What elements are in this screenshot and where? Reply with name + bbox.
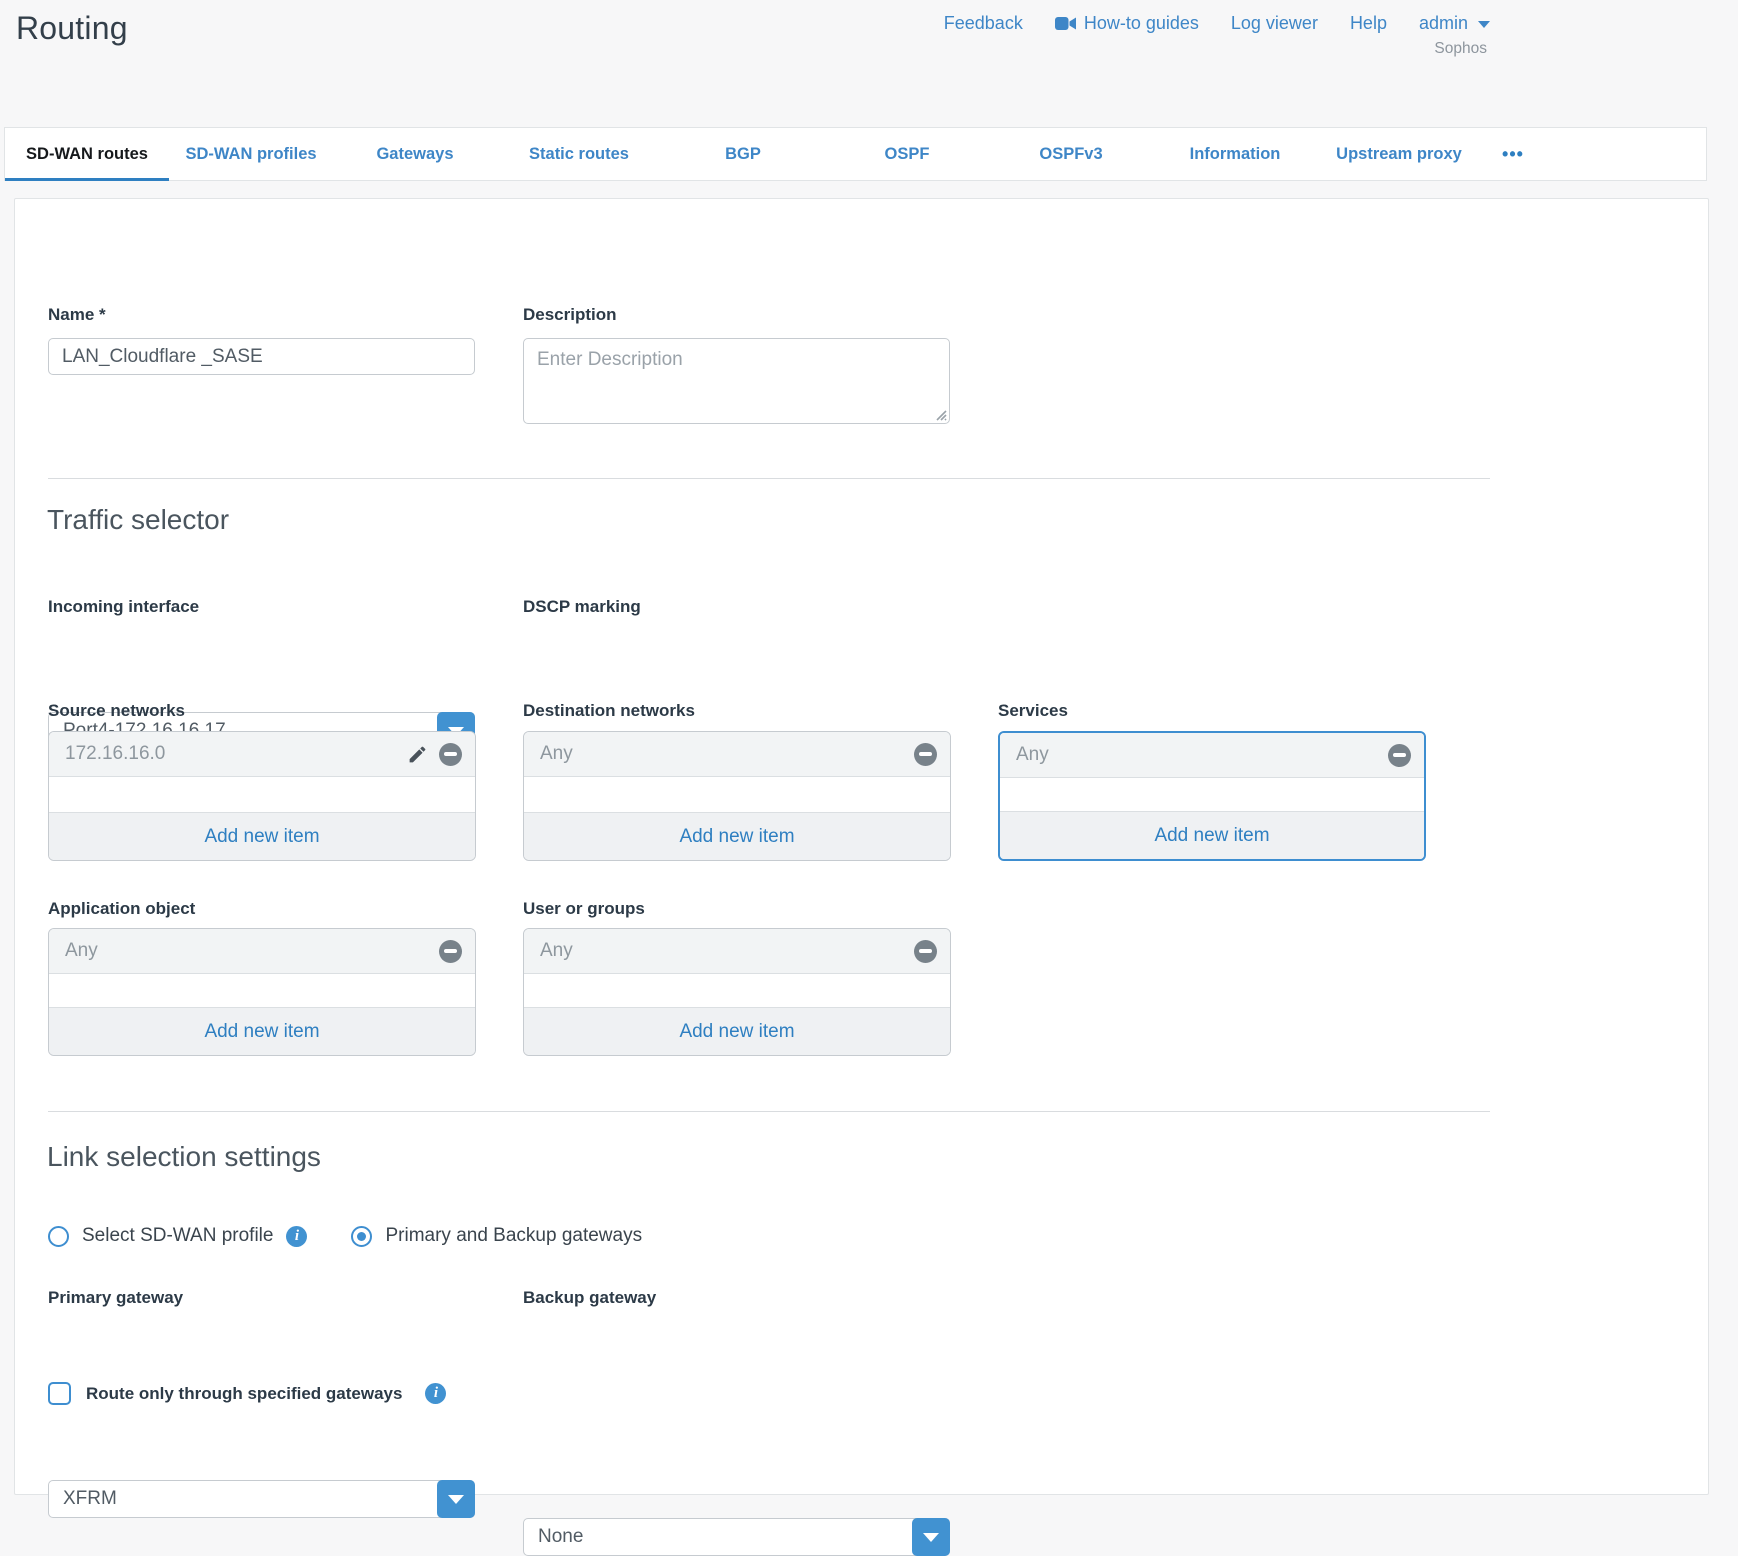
log-viewer-link[interactable]: Log viewer xyxy=(1231,13,1318,34)
list-item-value: 172.16.16.0 xyxy=(65,743,165,765)
description-textarea[interactable] xyxy=(523,338,950,424)
list-item-value: Any xyxy=(65,940,98,962)
page-title: Routing xyxy=(16,10,128,47)
backup-gateway-label: Backup gateway xyxy=(523,1288,656,1308)
tab-ospfv3[interactable]: OSPFv3 xyxy=(989,128,1153,180)
route-only-row: Route only through specified gateways i xyxy=(48,1382,446,1405)
tab-sd-wan-routes[interactable]: SD-WAN routes xyxy=(5,128,169,180)
tab-gateways[interactable]: Gateways xyxy=(333,128,497,180)
application-object-label: Application object xyxy=(48,899,195,919)
list-item-value: Any xyxy=(540,743,573,765)
tab-upstream-proxy[interactable]: Upstream proxy xyxy=(1317,128,1481,180)
primary-gateway-value: XFRM xyxy=(63,1488,117,1510)
add-new-item-button[interactable]: Add new item xyxy=(1000,811,1424,859)
list-item-value: Any xyxy=(1016,744,1049,766)
backup-gateway-select[interactable]: None xyxy=(523,1518,950,1556)
list-item: Any xyxy=(524,732,950,777)
route-only-checkbox[interactable] xyxy=(48,1382,71,1405)
traffic-selector-heading: Traffic selector xyxy=(47,504,229,536)
tab-information[interactable]: Information xyxy=(1153,128,1317,180)
section-divider xyxy=(48,478,1490,479)
remove-icon[interactable] xyxy=(914,940,937,963)
radio-label: Select SD-WAN profile xyxy=(82,1225,273,1247)
link-selection-radio-group: Select SD-WAN profile i Primary and Back… xyxy=(48,1225,642,1247)
route-only-label: Route only through specified gateways xyxy=(86,1384,402,1404)
remove-icon[interactable] xyxy=(914,743,937,766)
howto-guides-link[interactable]: How-to guides xyxy=(1055,13,1199,34)
radio-select-sd-wan-profile[interactable]: Select SD-WAN profile i xyxy=(48,1225,307,1247)
source-networks-label: Source networks xyxy=(48,701,185,721)
name-label: Name * xyxy=(48,305,106,325)
list-body xyxy=(1000,778,1424,811)
destination-networks-box: Any Add new item xyxy=(523,731,951,861)
dscp-marking-label: DSCP marking xyxy=(523,597,641,617)
tab-bar: SD-WAN routes SD-WAN profiles Gateways S… xyxy=(4,127,1707,181)
more-tabs-button[interactable]: ••• xyxy=(1481,128,1545,180)
remove-icon[interactable] xyxy=(1388,744,1411,767)
primary-gateway-label: Primary gateway xyxy=(48,1288,183,1308)
tab-ospf[interactable]: OSPF xyxy=(825,128,989,180)
add-new-item-button[interactable]: Add new item xyxy=(49,1007,475,1055)
list-body xyxy=(49,777,475,812)
list-item: Any xyxy=(524,929,950,974)
remove-icon[interactable] xyxy=(439,743,462,766)
info-icon[interactable]: i xyxy=(286,1226,307,1247)
link-selection-heading: Link selection settings xyxy=(47,1141,321,1173)
primary-gateway-select[interactable]: XFRM xyxy=(48,1480,475,1518)
help-label: Help xyxy=(1350,13,1387,34)
add-new-item-button[interactable]: Add new item xyxy=(524,1007,950,1055)
admin-menu-button[interactable]: admin xyxy=(1419,13,1490,34)
name-input[interactable] xyxy=(48,338,475,375)
source-networks-box: 172.16.16.0 Add new item xyxy=(48,731,476,861)
edit-icon[interactable] xyxy=(407,744,428,765)
remove-icon[interactable] xyxy=(439,940,462,963)
tab-bgp[interactable]: BGP xyxy=(661,128,825,180)
ellipsis-icon: ••• xyxy=(1502,144,1524,165)
add-new-item-button[interactable]: Add new item xyxy=(49,812,475,860)
video-camera-icon xyxy=(1055,16,1076,31)
list-item-value: Any xyxy=(540,940,573,962)
feedback-link[interactable]: Feedback xyxy=(944,13,1023,34)
list-body xyxy=(524,974,950,1007)
list-item: 172.16.16.0 xyxy=(49,732,475,777)
brand-label: Sophos xyxy=(1434,40,1487,58)
help-link[interactable]: Help xyxy=(1350,13,1387,34)
admin-label: admin xyxy=(1419,13,1468,34)
howto-guides-label: How-to guides xyxy=(1084,13,1199,34)
add-new-item-button[interactable]: Add new item xyxy=(524,812,950,860)
header-nav: Feedback How-to guides Log viewer Help a… xyxy=(944,13,1490,34)
info-icon[interactable]: i xyxy=(425,1383,446,1404)
chevron-down-icon[interactable] xyxy=(437,1480,475,1518)
destination-networks-label: Destination networks xyxy=(523,701,695,721)
user-or-groups-box: Any Add new item xyxy=(523,928,951,1056)
log-viewer-label: Log viewer xyxy=(1231,13,1318,34)
list-body xyxy=(49,974,475,1007)
radio-icon-selected[interactable] xyxy=(351,1226,372,1247)
section-divider xyxy=(48,1111,1490,1112)
list-body xyxy=(524,777,950,812)
services-label: Services xyxy=(998,701,1068,721)
description-label: Description xyxy=(523,305,617,325)
radio-icon[interactable] xyxy=(48,1226,69,1247)
chevron-down-icon[interactable] xyxy=(912,1518,950,1556)
list-item: Any xyxy=(1000,733,1424,778)
services-box: Any Add new item xyxy=(998,731,1426,861)
radio-primary-and-backup-gateways[interactable]: Primary and Backup gateways xyxy=(351,1225,642,1247)
application-object-box: Any Add new item xyxy=(48,928,476,1056)
tab-sd-wan-profiles[interactable]: SD-WAN profiles xyxy=(169,128,333,180)
radio-label: Primary and Backup gateways xyxy=(385,1225,642,1247)
tab-static-routes[interactable]: Static routes xyxy=(497,128,661,180)
sd-wan-route-form: Name * Description Traffic selector Inco… xyxy=(14,198,1709,1495)
user-or-groups-label: User or groups xyxy=(523,899,645,919)
feedback-label: Feedback xyxy=(944,13,1023,34)
chevron-down-icon xyxy=(1478,21,1490,28)
backup-gateway-value: None xyxy=(538,1526,583,1548)
list-item: Any xyxy=(49,929,475,974)
incoming-interface-label: Incoming interface xyxy=(48,597,199,617)
